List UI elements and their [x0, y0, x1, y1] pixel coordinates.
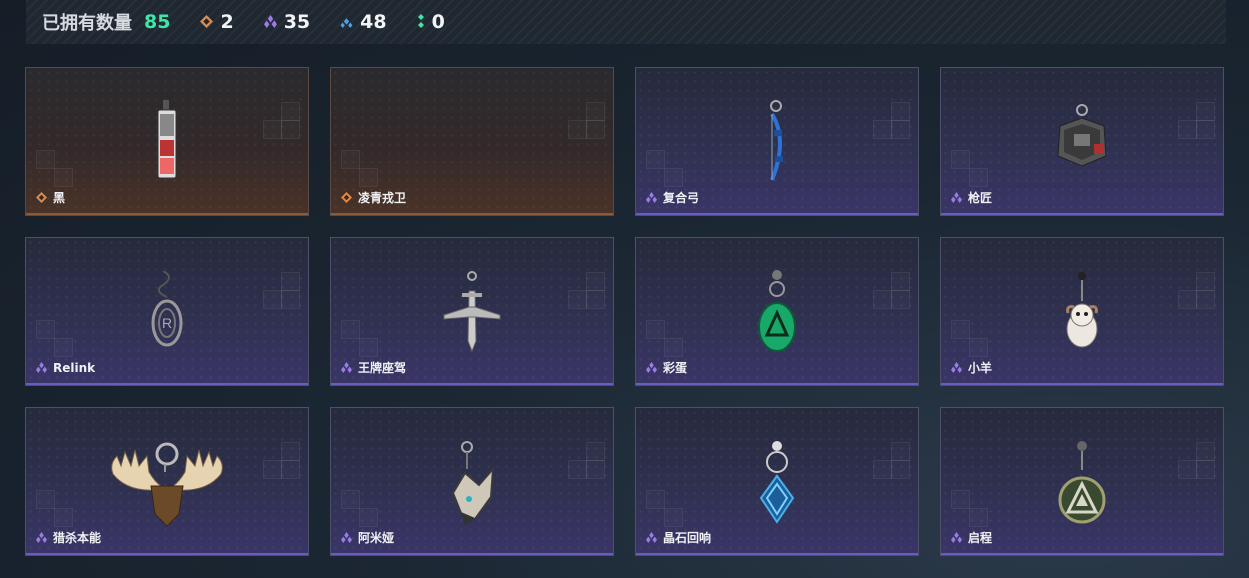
charm-card[interactable]: 枪匠 — [940, 67, 1224, 216]
orange-rarity-count: 2 — [220, 11, 234, 33]
card-footer: 启程 — [951, 528, 992, 547]
owned-count-label: 已拥有数量 — [42, 13, 132, 34]
triangle-medal-charm-icon — [1052, 440, 1112, 532]
gunsmith-box-charm-icon — [1050, 104, 1114, 174]
charm-name: 黑 — [53, 191, 66, 205]
jet-plane-charm-icon — [442, 271, 502, 357]
purple-rarity-icon — [36, 358, 47, 377]
card-footer: 凌青戎卫 — [341, 188, 406, 207]
purple-rarity-icon — [646, 358, 657, 377]
green-rarity-count: 0 — [431, 11, 445, 33]
purple-rarity-icon — [341, 528, 352, 547]
card-footer: 晶石回响 — [646, 528, 711, 547]
card-footer: 复合弓 — [646, 188, 699, 207]
charm-card[interactable]: 晶石回响 — [635, 407, 919, 556]
charm-card[interactable]: 黑 — [25, 67, 309, 216]
card-footer: 枪匠 — [951, 188, 992, 207]
card-footer: 阿米娅 — [341, 528, 394, 547]
charm-name: 枪匠 — [968, 191, 993, 205]
charm-name: 复合弓 — [663, 191, 700, 205]
charm-card[interactable]: 阿米娅 — [330, 407, 614, 556]
rarity-stat-green: 0 — [417, 11, 445, 33]
charm-name: 彩蛋 — [663, 361, 688, 375]
bow-charm-icon — [762, 100, 792, 188]
rarity-stat-orange: 2 — [200, 11, 234, 33]
purple-rarity-icon — [951, 358, 962, 377]
charm-card[interactable]: 小羊 — [940, 237, 1224, 386]
charm-card[interactable]: 凌青戎卫 — [330, 67, 614, 216]
charm-name: 王牌座驾 — [358, 361, 407, 375]
purple-rarity-count: 35 — [283, 11, 311, 33]
owned-count-value: 85 — [144, 11, 171, 33]
green-rarity-icon — [417, 11, 425, 33]
orange-rarity-icon — [200, 11, 214, 33]
charm-name: 阿米娅 — [358, 531, 395, 545]
purple-rarity-icon — [341, 358, 352, 377]
purple-rarity-icon — [951, 528, 962, 547]
orange-rarity-icon — [36, 188, 47, 207]
card-footer: 猎杀本能 — [36, 528, 101, 547]
card-footer: Relink — [36, 358, 95, 377]
charm-name: 猎杀本能 — [53, 531, 102, 545]
charm-card[interactable]: R Relink — [25, 237, 309, 386]
rarity-stat-purple: 35 — [263, 11, 311, 33]
purple-rarity-icon — [951, 188, 962, 207]
charm-card[interactable]: 猎杀本能 — [25, 407, 309, 556]
charm-card[interactable]: 复合弓 — [635, 67, 919, 216]
charm-name: Relink — [53, 360, 96, 375]
crystal-charm-icon — [757, 440, 797, 530]
purple-rarity-icon — [263, 11, 277, 33]
charm-name: 凌青戎卫 — [358, 191, 407, 205]
charm-card[interactable]: 彩蛋 — [635, 237, 919, 386]
charm-name: 晶石回响 — [663, 531, 712, 545]
svg-text:R: R — [162, 315, 172, 331]
charm-card[interactable]: 启程 — [940, 407, 1224, 556]
moose-antler-charm-icon — [107, 442, 227, 536]
owned-stats-bar: 已拥有数量 85 2 35 48 0 — [26, 0, 1226, 44]
rarity-stat-blue: 48 — [340, 11, 387, 33]
purple-rarity-icon — [646, 188, 657, 207]
charm-name: 启程 — [968, 531, 993, 545]
orange-rarity-icon — [341, 188, 352, 207]
green-egg-charm-icon — [755, 269, 799, 357]
fox-head-charm-icon — [445, 441, 499, 533]
charm-card[interactable]: 王牌座驾 — [330, 237, 614, 386]
phone-charm-icon — [152, 100, 182, 186]
card-footer: 王牌座驾 — [341, 358, 406, 377]
purple-rarity-icon — [646, 528, 657, 547]
blue-rarity-count: 48 — [360, 11, 387, 33]
purple-rarity-icon — [36, 528, 47, 547]
relink-emblem-charm-icon: R — [149, 270, 185, 357]
card-footer: 小羊 — [951, 358, 992, 377]
blue-rarity-icon — [340, 11, 353, 33]
charm-name: 小羊 — [968, 361, 993, 375]
lamb-charm-icon — [1062, 271, 1102, 355]
card-footer: 彩蛋 — [646, 358, 687, 377]
card-footer: 黑 — [36, 188, 65, 207]
